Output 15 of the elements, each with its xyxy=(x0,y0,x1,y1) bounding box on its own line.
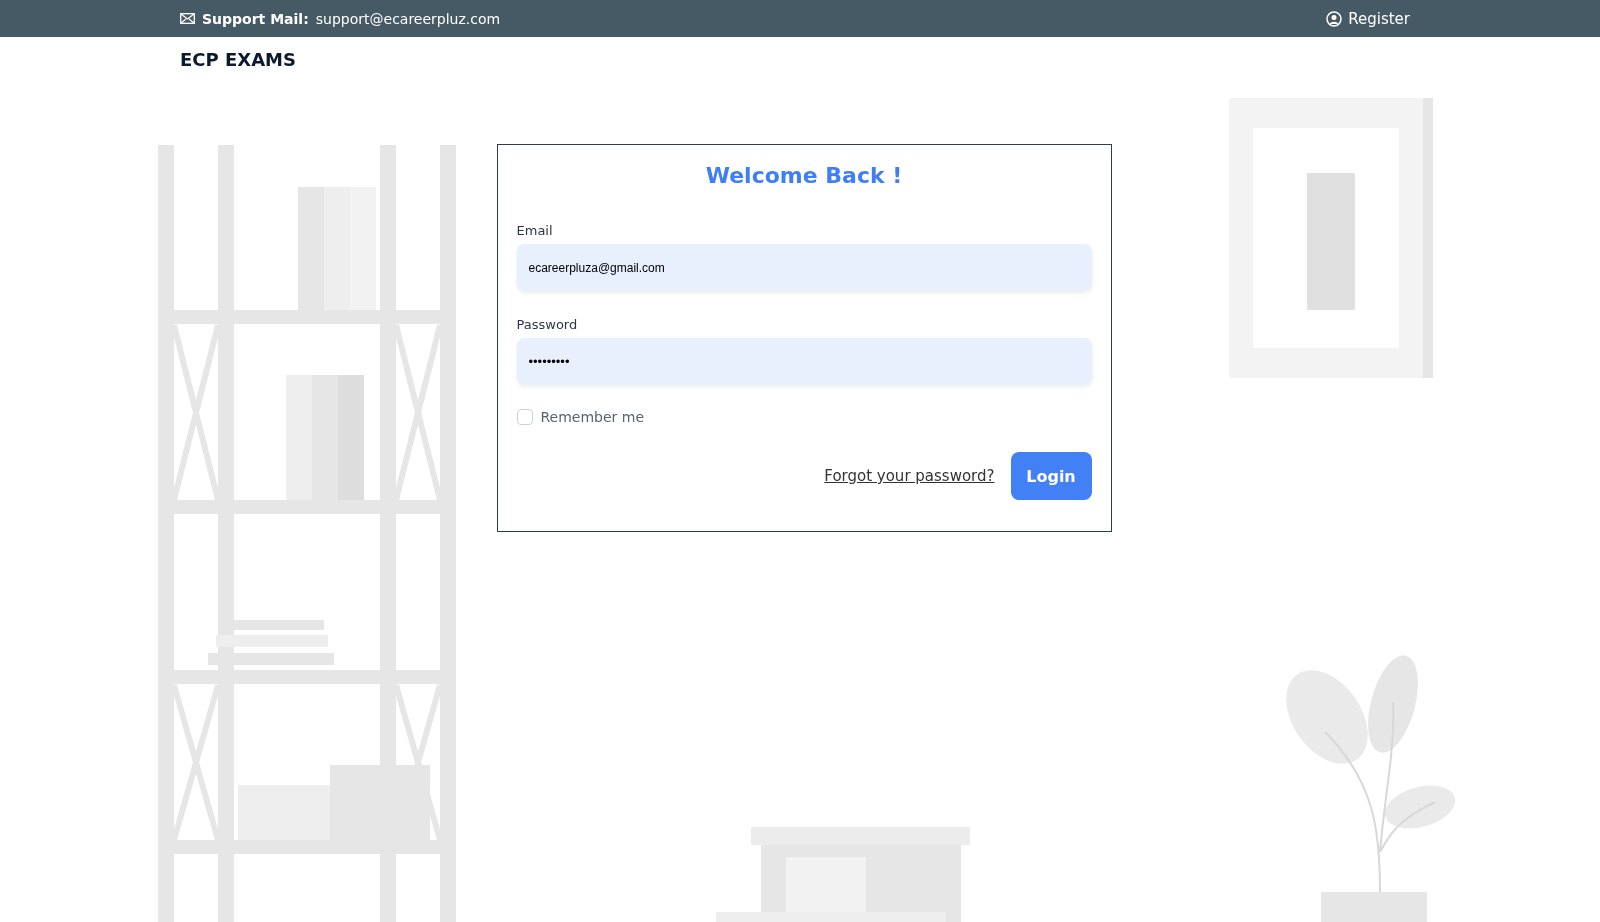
remember-label: Remember me xyxy=(540,409,645,425)
register-link[interactable]: Register xyxy=(1326,9,1410,28)
support-email: support@ecareerpluz.com xyxy=(315,10,501,27)
remember-checkbox[interactable] xyxy=(516,409,533,425)
support-mail-label: Support Mail: xyxy=(202,10,309,27)
user-icon xyxy=(1326,10,1343,27)
email-field[interactable]: ecareerpluza@gmail.com xyxy=(516,244,1092,291)
field-label: Password xyxy=(516,317,579,332)
field-label: Email xyxy=(516,223,554,238)
password-field[interactable]: ••••••••• xyxy=(516,338,1092,385)
envelope-icon xyxy=(180,13,195,24)
login-button[interactable]: Login xyxy=(1010,452,1092,500)
brand-name: ECP EXAMS xyxy=(179,48,297,72)
forgot-password-link[interactable]: Forgot your password? xyxy=(824,467,995,485)
form-title: Welcome Back ! xyxy=(704,163,904,188)
